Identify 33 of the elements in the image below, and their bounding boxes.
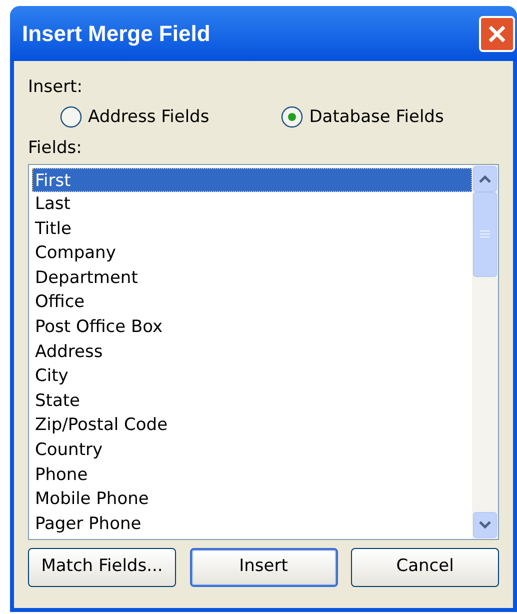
close-button[interactable] [479,16,515,52]
list-item[interactable]: First [32,168,472,192]
radio-label[interactable]: Database Fields [309,104,444,130]
list-item[interactable]: Department [32,266,472,290]
radio-label[interactable]: Address Fields [88,104,210,130]
list-item[interactable]: State [32,388,472,414]
caret-down-icon [479,520,491,528]
list-item[interactable]: Company [32,241,472,266]
list-item[interactable]: Country [32,438,472,463]
dialog-button[interactable]: Cancel [351,548,499,586]
list-item[interactable]: Title [32,216,472,242]
caret-up-icon [479,174,491,182]
grip-icon [480,230,490,238]
insert-label: Insert: [28,76,82,99]
window-title: Insert Merge Field [22,20,212,48]
list-item[interactable]: Mobile Phone [32,487,472,512]
dialog-button[interactable]: Insert [190,548,338,586]
list-item[interactable]: Pager Phone [32,512,472,536]
list-item[interactable]: Phone [32,462,472,488]
list-item[interactable]: Address [32,340,472,364]
scroll-down-button[interactable] [473,512,497,538]
radio-button[interactable] [60,106,82,128]
list-item[interactable]: Last [32,192,472,217]
fields-label: Fields: [28,137,82,160]
list-item[interactable]: Office [32,290,472,316]
list-item[interactable]: Zip/Postal Code [32,413,472,438]
radio-button[interactable] [281,106,304,128]
close-icon [487,24,507,44]
dialog-button[interactable]: Match Fields... [28,548,176,586]
scroll-thumb[interactable] [473,192,497,276]
scroll-up-button[interactable] [473,166,497,192]
list-item[interactable]: Post Office Box [32,315,472,340]
list-item[interactable]: City [32,364,472,389]
